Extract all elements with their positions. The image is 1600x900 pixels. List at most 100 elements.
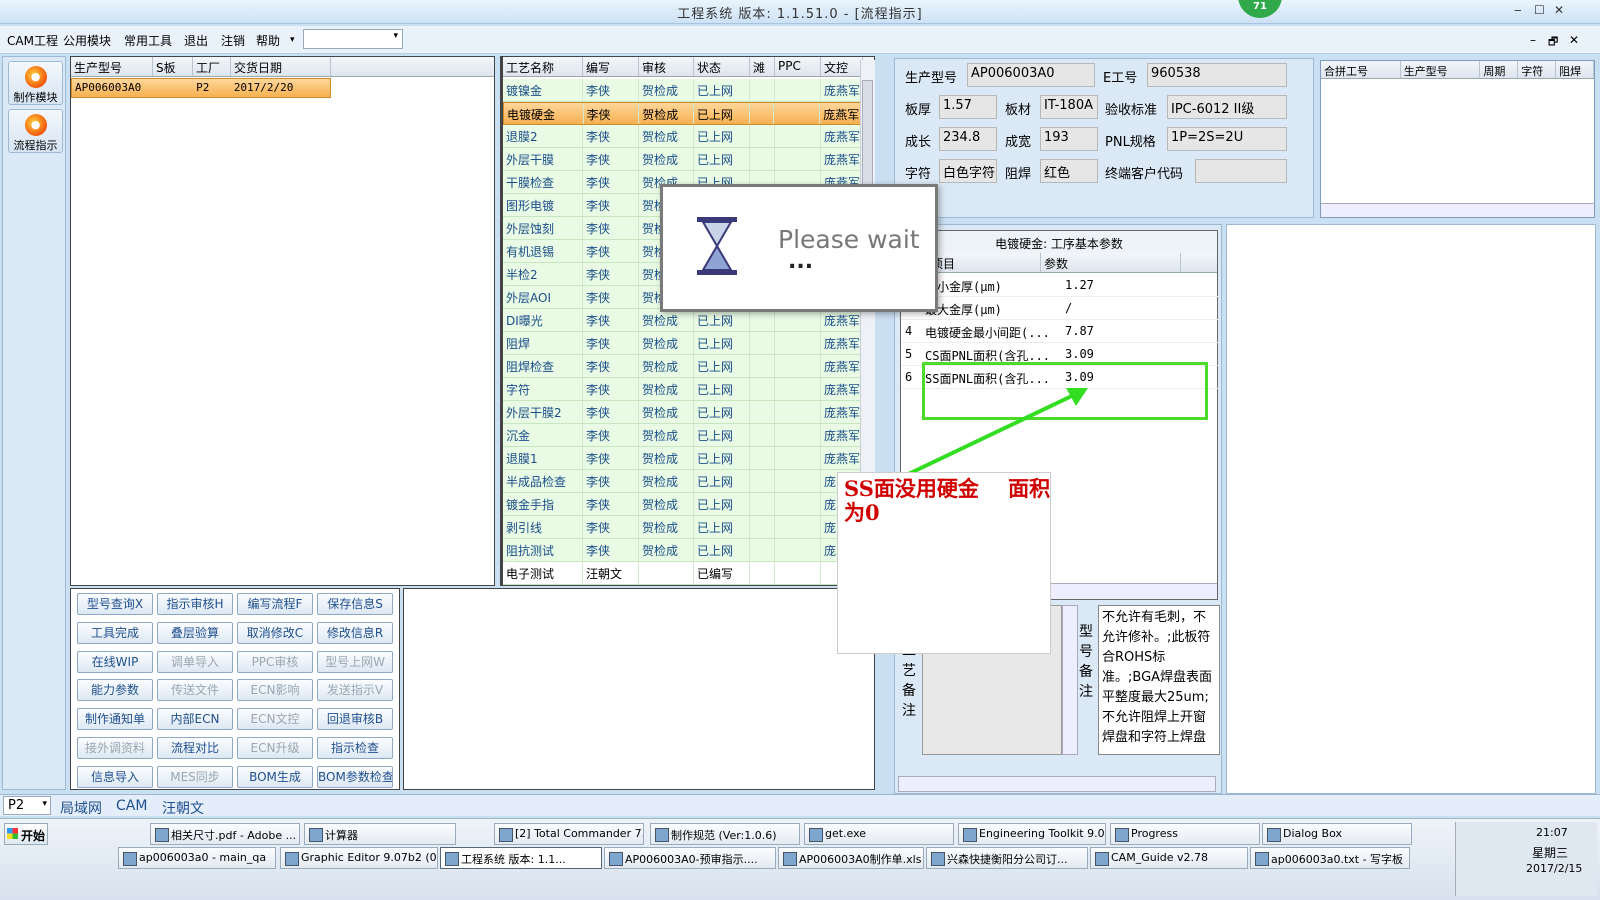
thickness-field[interactable]: 1.57 [939, 95, 997, 119]
menu-help[interactable]: 帮助 [256, 32, 280, 49]
end-cust-field[interactable] [1195, 159, 1287, 183]
model-remark-text[interactable]: 不允许有毛刺，不允许修补。;此板符合ROHS标准。;BGA焊盘表面平整度最大25… [1098, 605, 1220, 755]
taskbar-item[interactable]: Graphic Editor 9.07b2 (0... [280, 847, 438, 869]
status-lan[interactable]: 局域网 [60, 798, 102, 818]
function-button[interactable]: 流程对比 [157, 737, 233, 759]
remark-hscrollbar[interactable] [898, 776, 1216, 792]
taskbar-item[interactable]: [2] Total Commander 7... [494, 823, 644, 845]
menu-tools[interactable]: 常用工具 [124, 32, 172, 49]
function-button[interactable]: 内部ECN [157, 708, 233, 731]
table-row[interactable]: 字符 李侠 贺检成 已上网 庞燕军 [503, 378, 863, 401]
function-button[interactable]: 取消修改C [237, 621, 313, 644]
taskbar-item[interactable]: 工程系统 版本: 1.1... [440, 847, 602, 869]
menu-cam[interactable]: CAM工程 [7, 32, 58, 49]
col-header[interactable]: 编写 [583, 57, 639, 76]
function-button[interactable]: 在线WIP [77, 650, 153, 673]
col-header[interactable]: S板 [153, 57, 193, 76]
function-button[interactable]: 传送文件 [157, 679, 233, 702]
table-row[interactable]: 镀金手指 李侠 贺检成 已上网庞 [503, 493, 863, 516]
table-row[interactable]: 阻焊检查 李侠 贺检成 已上网 庞燕军 [503, 355, 863, 378]
taskbar-item[interactable]: AP006003A0制作单.xls ... [778, 847, 924, 869]
mdi-restore-button[interactable]: 🗗 [1548, 33, 1558, 52]
table-row[interactable]: 退膜2 李侠 贺检成 已上网 庞燕军 [503, 125, 863, 148]
function-button[interactable]: 保存信息S [317, 593, 393, 615]
table-row[interactable]: 镀镍金 李侠 贺检成 已上网 庞燕军 [503, 79, 863, 102]
taskbar-item[interactable]: 相关尺寸.pdf - Adobe ... [150, 823, 300, 845]
taskbar-item[interactable]: 计算器 [304, 823, 456, 845]
col-header[interactable]: 滩 [750, 57, 775, 76]
nav-flow-indicator[interactable]: ● 流程指示 [8, 109, 63, 153]
menu-combo[interactable]: ▾ [303, 29, 403, 49]
nav-make-module[interactable]: ● 制作模块 [8, 61, 63, 105]
taskbar-item[interactable]: Progress [1110, 823, 1260, 845]
function-button[interactable]: 接外调资料 [77, 737, 153, 759]
minimize-button[interactable]: ‒ [1514, 3, 1522, 17]
col-header[interactable]: 生产型号 [71, 57, 153, 76]
start-button[interactable]: 开始 [4, 823, 48, 845]
table-row[interactable]: 电镀硬金 李侠 贺检成 已上网 庞燕军 [503, 102, 863, 125]
table-row[interactable]: 电子测试 汪朝文 已编写 [503, 562, 863, 585]
taskbar-item[interactable]: CAM_Guide v2.78 [1090, 847, 1248, 869]
function-button[interactable]: 修改信息R [317, 621, 393, 644]
menu-logout[interactable]: 注销 [221, 32, 245, 49]
width-field[interactable]: 193 [1040, 127, 1098, 151]
function-button[interactable]: 制作通知单 [77, 708, 153, 731]
function-button[interactable]: MES同步 [157, 765, 233, 788]
col-header[interactable]: 参数 [1041, 253, 1181, 272]
col-header[interactable]: 审核 [639, 57, 694, 76]
pnl-field[interactable]: 1P=2S=2U [1167, 127, 1287, 151]
status-user[interactable]: 汪朝文 [162, 798, 204, 818]
table-row[interactable]: 阻焊 李侠 贺检成 已上网 庞燕军 [503, 332, 863, 355]
taskbar-item[interactable]: Dialog Box [1262, 823, 1412, 845]
mdi-close-button[interactable]: ✕ [1569, 33, 1579, 47]
function-button[interactable]: 发送指示V [317, 679, 393, 702]
status-cam[interactable]: CAM [116, 798, 147, 814]
mdi-minimize-button[interactable]: – [1530, 33, 1536, 47]
table-row[interactable]: 剥引线 李侠 贺检成 已上网庞 [503, 516, 863, 539]
function-button[interactable]: 信息导入 [77, 765, 153, 788]
col-header[interactable]: 周期 [1480, 61, 1519, 78]
col-header[interactable]: 工艺名称 [503, 57, 583, 76]
taskbar-item[interactable]: ap006003a0.txt - 写字板 [1250, 847, 1410, 869]
function-button[interactable]: 回退审核B [317, 708, 393, 731]
table-row[interactable]: 外层干膜2 李侠 贺检成 已上网 庞燕军 [503, 401, 863, 424]
char-field[interactable]: 白色字符 [939, 159, 997, 183]
function-button[interactable]: 能力参数 [77, 679, 153, 702]
function-button[interactable]: PPC审核 [237, 650, 313, 673]
close-button[interactable]: ✕ [1554, 3, 1564, 17]
material-field[interactable]: IT-180A [1040, 95, 1098, 119]
prod-model-field[interactable]: AP006003A0 [967, 63, 1095, 87]
param-row[interactable]: 最大金厚(μm) / [901, 298, 1219, 320]
taskbar-item[interactable]: 制作规范 (Ver:1.0.6) [650, 823, 800, 845]
function-button[interactable]: BOM参数检查 [317, 765, 393, 788]
function-button[interactable]: 指示检查 [317, 737, 393, 759]
taskbar-item[interactable]: ap006003a0 - main_qa [118, 847, 276, 869]
standard-field[interactable]: IPC-6012 II级 [1167, 95, 1287, 119]
function-button[interactable]: 型号上网W [317, 650, 393, 673]
col-header[interactable]: 字符 [1518, 61, 1557, 78]
param-row[interactable]: 4 电镀硬金最小间距(... 7.87 [901, 321, 1219, 343]
mask-field[interactable]: 红色 [1040, 159, 1098, 183]
function-button[interactable]: ECN升级 [237, 737, 313, 759]
function-button[interactable]: 编写流程F [237, 593, 313, 615]
taskbar-item[interactable]: get.exe [804, 823, 954, 845]
maximize-button[interactable]: ☐ [1534, 3, 1545, 17]
table-row[interactable]: 外层干膜 李侠 贺检成 已上网 庞燕军 [503, 148, 863, 171]
taskbar-item[interactable]: Engineering Toolkit 9.0... [958, 823, 1106, 845]
param-row[interactable]: 最小金厚(μm) 1.27 [901, 275, 1219, 297]
table-row[interactable]: 阻抗测试 李侠 贺检成 已上网庞 [503, 539, 863, 562]
e-no-field[interactable]: 960538 [1147, 63, 1287, 87]
help-dropdown-icon[interactable]: ▾ [290, 35, 295, 45]
col-header[interactable]: 交货日期 [231, 57, 331, 76]
factory-combo[interactable]: P2 ▾ [3, 796, 51, 815]
col-header[interactable]: 状态 [694, 57, 750, 76]
function-button[interactable]: 工具完成 [77, 621, 153, 644]
function-button[interactable]: BOM生成 [237, 765, 313, 788]
table-row[interactable]: 半成品检查 李侠 贺检成 已上网庞 [503, 470, 863, 493]
function-button[interactable]: 叠层验算 [157, 621, 233, 644]
function-button[interactable]: 型号查询X [77, 593, 153, 615]
col-header[interactable]: 工厂 [193, 57, 231, 76]
table-row[interactable]: AP006003A0 P2 2017/2/20 [71, 78, 331, 98]
col-header[interactable]: PPC [775, 57, 821, 76]
col-header[interactable]: 阻焊 [1556, 61, 1594, 78]
